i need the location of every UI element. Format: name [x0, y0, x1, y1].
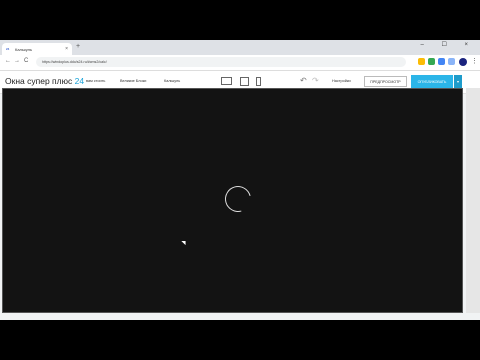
extension-icon[interactable]: [418, 58, 425, 65]
address-bar[interactable]: https://windoplus.ddo/s24.ru/#cms2/calc/: [36, 57, 406, 67]
window-controls[interactable]: – ☐ ×: [420, 41, 476, 48]
scrollbar[interactable]: [466, 88, 480, 313]
favicon-icon: 24: [6, 47, 10, 51]
settings-menu[interactable]: Настройки: [332, 79, 351, 83]
url-text: https://windoplus.ddo/s24.ru/#cms2/calc/: [42, 60, 107, 64]
site-title: Окна супер плюс 24: [5, 76, 84, 86]
publish-button[interactable]: ОПУБЛИКОВАТЬ: [411, 75, 453, 88]
menu-item-2[interactable]: Великие Блоки: [120, 79, 146, 83]
reload-icon[interactable]: C: [24, 58, 28, 64]
browser-menu-icon[interactable]: ⋮: [471, 57, 478, 65]
undo-icon[interactable]: ↶: [300, 76, 307, 85]
new-tab-button[interactable]: +: [76, 43, 80, 50]
tab-title: Калькуль: [15, 46, 33, 52]
extension-icon[interactable]: [428, 58, 435, 65]
tablet-view-icon[interactable]: [240, 77, 249, 86]
tab-close-icon[interactable]: ×: [65, 46, 68, 52]
browser-toolbar: ← → C https://windoplus.ddo/s24.ru/#cms2…: [0, 55, 480, 71]
desktop-view-icon[interactable]: [221, 77, 232, 85]
tab-strip: 24 Калькуль × + – ☐ ×: [0, 40, 480, 55]
redo-icon[interactable]: ↷: [312, 76, 319, 85]
profile-avatar-icon[interactable]: [459, 58, 467, 66]
browser-bottom-edge: [0, 313, 480, 320]
forward-icon[interactable]: →: [14, 58, 20, 64]
site-title-accent: 24: [74, 76, 85, 86]
menu-item-3[interactable]: Калькуль: [164, 79, 180, 83]
extension-icon[interactable]: [448, 58, 455, 65]
preview-button[interactable]: ПРЕДПРОСМОТР: [364, 76, 407, 87]
extension-icon[interactable]: [438, 58, 445, 65]
browser-tab[interactable]: 24 Калькуль ×: [2, 43, 72, 55]
mobile-view-icon[interactable]: [256, 77, 261, 86]
back-icon[interactable]: ←: [5, 58, 11, 64]
menu-item-1[interactable]: вам стоить: [86, 79, 105, 83]
site-title-main: Окна супер плюс: [5, 76, 75, 86]
publish-dropdown-button[interactable]: ▾: [454, 75, 462, 88]
